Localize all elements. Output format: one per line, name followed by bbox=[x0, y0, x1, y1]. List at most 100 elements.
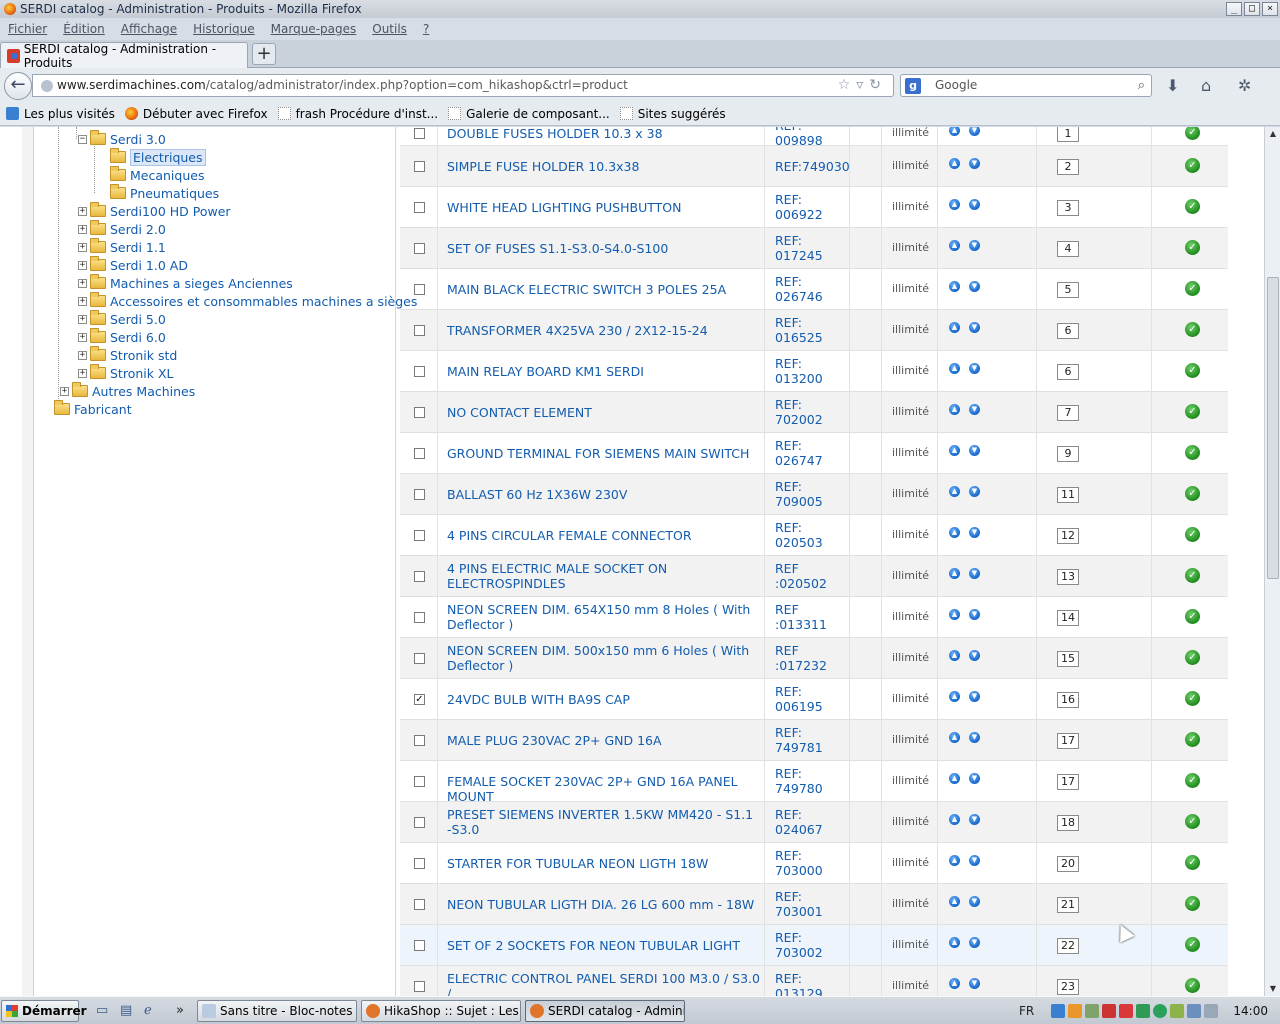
collapse-icon[interactable]: − bbox=[78, 134, 87, 144]
network-icon[interactable] bbox=[1051, 1004, 1065, 1018]
product-ref-link[interactable]: REF: 009898 bbox=[775, 127, 855, 148]
menu-outils[interactable]: Outils bbox=[372, 22, 407, 36]
product-name-link[interactable]: SET OF FUSES S1.1-S3.0-S4.0-S100 bbox=[447, 241, 763, 256]
ordering-input[interactable]: 1 bbox=[1057, 127, 1079, 142]
tree-node[interactable]: + Serdi 1.1 bbox=[78, 238, 166, 256]
move-up-icon[interactable]: ▲ bbox=[949, 240, 960, 251]
expand-icon[interactable]: + bbox=[78, 260, 87, 270]
row-checkbox[interactable] bbox=[414, 366, 425, 377]
url-bar[interactable]: www.serdimachines.com/catalog/administra… bbox=[32, 74, 894, 97]
product-ref-link[interactable]: REF: 006922 bbox=[775, 192, 855, 222]
tree-node[interactable]: Mecaniques bbox=[98, 166, 204, 184]
scroll-thumb[interactable] bbox=[1267, 277, 1279, 579]
expand-icon[interactable]: + bbox=[78, 224, 87, 234]
expand-icon[interactable]: + bbox=[78, 242, 87, 252]
product-ref-link[interactable]: REF :013311 bbox=[775, 602, 855, 632]
row-checkbox[interactable] bbox=[414, 776, 425, 787]
move-up-icon[interactable]: ▲ bbox=[949, 199, 960, 210]
k-icon[interactable] bbox=[1119, 1004, 1133, 1018]
ordering-input[interactable]: 11 bbox=[1057, 487, 1079, 503]
move-down-icon[interactable]: ▼ bbox=[969, 404, 980, 415]
bookmark-star-icon[interactable]: ☆ bbox=[838, 77, 857, 93]
published-icon[interactable]: ✓ bbox=[1185, 127, 1200, 140]
product-name-link[interactable]: BALLAST 60 Hz 1X36W 230V bbox=[447, 487, 763, 502]
move-down-icon[interactable]: ▼ bbox=[969, 240, 980, 251]
vertical-scrollbar[interactable]: ▲ ▼ bbox=[1264, 127, 1280, 996]
tree-node[interactable]: + Stronik XL bbox=[78, 364, 173, 382]
acrobat-icon[interactable] bbox=[1102, 1004, 1116, 1018]
menu-affichage[interactable]: Affichage bbox=[121, 22, 177, 36]
product-ref-link[interactable]: REF: 026746 bbox=[775, 274, 855, 304]
move-up-icon[interactable]: ▲ bbox=[949, 281, 960, 292]
product-name-link[interactable]: NEON SCREEN DIM. 654X150 mm 8 Holes ( Wi… bbox=[447, 602, 763, 632]
row-checkbox[interactable] bbox=[414, 858, 425, 869]
tree-node[interactable]: + Serdi100 HD Power bbox=[78, 202, 231, 220]
tab-serdi-catalog[interactable]: SERDI catalog - Administration - Produit… bbox=[0, 42, 248, 70]
move-up-icon[interactable]: ▲ bbox=[949, 158, 960, 169]
update-icon[interactable] bbox=[1068, 1004, 1082, 1018]
product-name-link[interactable]: MAIN BLACK ELECTRIC SWITCH 3 POLES 25A bbox=[447, 282, 763, 297]
move-down-icon[interactable]: ▼ bbox=[969, 322, 980, 333]
move-up-icon[interactable]: ▲ bbox=[949, 445, 960, 456]
move-down-icon[interactable]: ▼ bbox=[969, 855, 980, 866]
product-name-link[interactable]: MALE PLUG 230VAC 2P+ GND 16A bbox=[447, 733, 763, 748]
task-hikashop[interactable]: HikaShop :: Sujet : Les p... bbox=[361, 1000, 521, 1022]
menu-edition[interactable]: Édition bbox=[63, 22, 105, 36]
close-button[interactable]: × bbox=[1262, 2, 1278, 16]
product-name-link[interactable]: SET OF 2 SOCKETS FOR NEON TUBULAR LIGHT bbox=[447, 938, 763, 953]
search-input[interactable]: g Google ⌕ bbox=[900, 74, 1152, 97]
ordering-input[interactable]: 6 bbox=[1057, 323, 1079, 339]
published-icon[interactable]: ✓ bbox=[1185, 568, 1200, 583]
product-ref-link[interactable]: REF: 703001 bbox=[775, 889, 855, 919]
menu-historique[interactable]: Historique bbox=[193, 22, 255, 36]
row-checkbox[interactable] bbox=[414, 489, 425, 500]
search-magnifier-icon[interactable]: ⌕ bbox=[1138, 75, 1145, 96]
row-checkbox[interactable] bbox=[414, 161, 425, 172]
expand-icon[interactable]: + bbox=[78, 296, 87, 306]
ordering-input[interactable]: 17 bbox=[1057, 733, 1079, 749]
ordering-input[interactable]: 17 bbox=[1057, 774, 1079, 790]
minimize-button[interactable]: _ bbox=[1226, 2, 1242, 16]
move-up-icon[interactable]: ▲ bbox=[949, 855, 960, 866]
product-ref-link[interactable]: REF: 749780 bbox=[775, 766, 855, 796]
ordering-input[interactable]: 18 bbox=[1057, 815, 1079, 831]
tree-node[interactable]: Electriques bbox=[98, 148, 206, 166]
product-ref-link[interactable]: REF: 024067 bbox=[775, 807, 855, 837]
product-name-link[interactable]: FEMALE SOCKET 230VAC 2P+ GND 16A PANEL M… bbox=[447, 774, 763, 804]
product-name-link[interactable]: MAIN RELAY BOARD KM1 SERDI bbox=[447, 364, 763, 379]
published-icon[interactable]: ✓ bbox=[1185, 322, 1200, 337]
product-ref-link[interactable]: REF: 702002 bbox=[775, 397, 855, 427]
move-up-icon[interactable]: ▲ bbox=[949, 896, 960, 907]
scroll-up-icon[interactable]: ▲ bbox=[1266, 127, 1280, 141]
show-desktop-icon[interactable]: ▭ bbox=[96, 1003, 108, 1018]
ordering-input[interactable]: 9 bbox=[1057, 446, 1079, 462]
site-identity-icon[interactable] bbox=[41, 80, 53, 92]
published-icon[interactable]: ✓ bbox=[1185, 404, 1200, 419]
published-icon[interactable]: ✓ bbox=[1185, 773, 1200, 788]
maximize-button[interactable]: □ bbox=[1244, 2, 1260, 16]
move-up-icon[interactable]: ▲ bbox=[949, 650, 960, 661]
product-name-link[interactable]: WHITE HEAD LIGHTING PUSHBUTTON bbox=[447, 200, 763, 215]
move-up-icon[interactable]: ▲ bbox=[949, 814, 960, 825]
published-icon[interactable]: ✓ bbox=[1185, 650, 1200, 665]
ie-icon[interactable]: ℯ bbox=[144, 1003, 152, 1018]
product-name-link[interactable]: NEON SCREEN DIM. 500x150 mm 6 Holes ( Wi… bbox=[447, 643, 763, 673]
tree-node[interactable]: + Serdi 6.0 bbox=[78, 328, 166, 346]
home-icon[interactable]: ⌂ bbox=[1201, 76, 1211, 95]
display-icon[interactable] bbox=[1187, 1004, 1201, 1018]
row-checkbox[interactable] bbox=[414, 899, 425, 910]
product-name-link[interactable]: STARTER FOR TUBULAR NEON LIGTH 18W bbox=[447, 856, 763, 871]
row-checkbox[interactable] bbox=[414, 325, 425, 336]
product-ref-link[interactable]: REF: 013129 bbox=[775, 971, 855, 996]
chevron-right-icon[interactable]: » bbox=[176, 1003, 184, 1018]
row-checkbox[interactable]: ✓ bbox=[414, 694, 425, 705]
published-icon[interactable]: ✓ bbox=[1185, 281, 1200, 296]
row-checkbox[interactable] bbox=[414, 735, 425, 746]
expand-icon[interactable]: + bbox=[78, 278, 87, 288]
product-ref-link[interactable]: REF: 703000 bbox=[775, 848, 855, 878]
move-down-icon[interactable]: ▼ bbox=[969, 568, 980, 579]
move-up-icon[interactable]: ▲ bbox=[949, 486, 960, 497]
row-checkbox[interactable] bbox=[414, 202, 425, 213]
published-icon[interactable]: ✓ bbox=[1185, 363, 1200, 378]
expand-icon[interactable]: + bbox=[78, 350, 87, 360]
